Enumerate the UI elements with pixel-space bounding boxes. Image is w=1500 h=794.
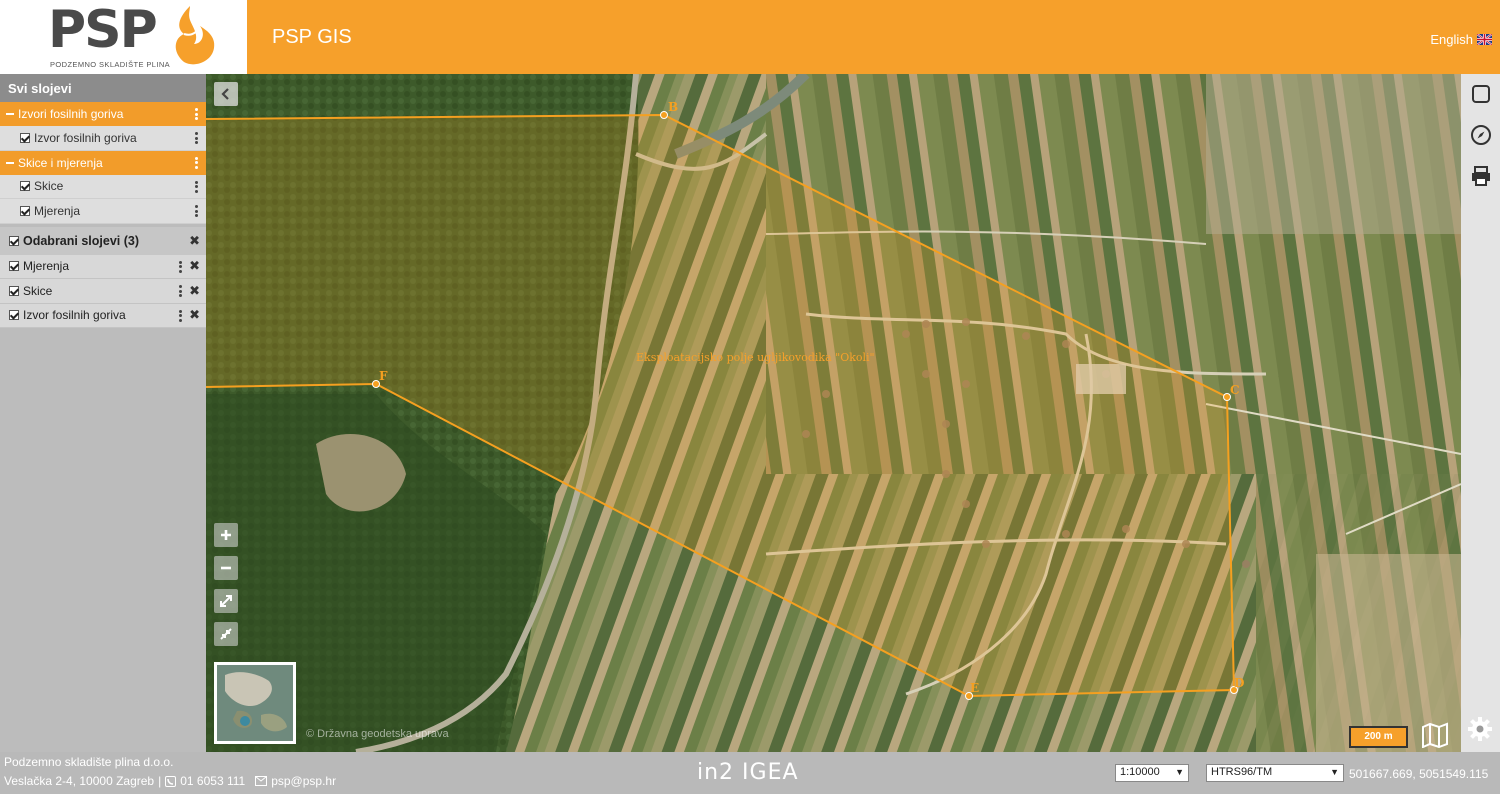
layer-group-fossil[interactable]: Izvori fosilnih goriva	[0, 102, 206, 126]
app-header: PSP PODZEMNO SKLADIŠTE PLINA PSP GIS Eng…	[0, 0, 1500, 74]
vendor-logo-text: in2 IGEA	[697, 760, 799, 785]
collapse-icon[interactable]	[6, 161, 14, 164]
selected-layer-fossil-source[interactable]: Izvor fosilnih goriva ✖	[0, 303, 206, 328]
vertex-label-e: E	[970, 681, 979, 695]
zoom-in-button[interactable]	[214, 523, 238, 547]
layer-checkbox[interactable]	[20, 181, 30, 192]
vertex-label-f: F	[379, 369, 388, 383]
address-text: Veslačka 2-4, 10000 Zagreb	[4, 774, 155, 788]
layer-label: Izvor fosilnih goriva	[23, 308, 126, 323]
layer-label: Izvor fosilnih goriva	[34, 130, 137, 145]
gear-icon[interactable]	[1467, 716, 1493, 742]
layer-group-label: Skice i mjerenja	[18, 155, 103, 170]
compress-icon	[220, 628, 232, 640]
scale-select[interactable]: 1:10000 ▼	[1115, 764, 1189, 782]
expand-icon	[220, 595, 232, 607]
layer-panel-title: Svi slojevi	[0, 74, 206, 102]
layer-label: Mjerenja	[34, 203, 81, 218]
collapse-icon[interactable]	[6, 113, 14, 115]
layer-checkbox[interactable]	[9, 310, 19, 321]
map-attribution: © Državna geodetska uprava	[306, 728, 449, 740]
kebab-menu-icon[interactable]	[179, 260, 182, 273]
language-switch[interactable]: English	[1430, 32, 1492, 47]
app-title: PSP GIS	[272, 26, 352, 48]
vertex-label-d: D	[1234, 676, 1244, 690]
kebab-menu-icon[interactable]	[195, 156, 198, 169]
flame-icon	[175, 6, 215, 65]
uk-flag-icon	[1477, 34, 1492, 45]
polygon-label: Eksploatacijsko polje ugljikovodika "Oko…	[636, 351, 875, 364]
crs-value: HTRS96/TM	[1211, 766, 1273, 778]
square-select-icon[interactable]	[1469, 82, 1493, 106]
kebab-menu-icon[interactable]	[179, 285, 182, 297]
chevron-left-icon	[221, 88, 229, 100]
compass-icon[interactable]	[1469, 123, 1493, 147]
layer-item-fossil-source[interactable]: Izvor fosilnih goriva	[0, 126, 206, 151]
minus-icon	[221, 566, 231, 570]
kebab-menu-icon[interactable]	[195, 205, 198, 217]
zoom-extent-button[interactable]	[214, 622, 238, 646]
layer-label: Skice	[34, 179, 64, 194]
vertex-label-c: C	[1230, 383, 1240, 397]
vertex-label-b: B	[668, 100, 678, 114]
email-link[interactable]: psp@psp.hr	[271, 774, 336, 788]
layer-panel: Svi slojevi Izvori fosilnih goriva Izvor…	[0, 74, 206, 752]
layer-group-label: Izvori fosilnih goriva	[18, 107, 124, 121]
layer-checkbox[interactable]	[20, 132, 30, 143]
phone-icon	[165, 775, 177, 787]
layer-group-sketches[interactable]: Skice i mjerenja	[0, 150, 206, 175]
kebab-menu-icon[interactable]	[195, 180, 198, 193]
scale-bar: 200 m	[1349, 726, 1408, 748]
logo[interactable]: PSP PODZEMNO SKLADIŠTE PLINA	[0, 0, 247, 74]
plus-icon	[221, 530, 231, 540]
remove-layer-icon[interactable]: ✖	[189, 258, 200, 274]
vendor-logo: in2 IGEA	[697, 760, 799, 785]
phone-text[interactable]: 01 6053 111	[180, 774, 245, 788]
print-icon[interactable]	[1469, 164, 1493, 188]
close-icon[interactable]: ✖	[189, 233, 200, 249]
layer-checkbox[interactable]	[9, 261, 19, 272]
kebab-menu-icon[interactable]	[179, 309, 182, 322]
layer-item-sketches[interactable]: Skice	[0, 174, 206, 199]
logo-subtitle: PODZEMNO SKLADIŠTE PLINA	[50, 60, 171, 69]
coordinate-readout: 501667.669, 5051549.115	[1349, 767, 1489, 781]
footer: Podzemno skladište plina d.o.o. Veslačka…	[0, 752, 1500, 794]
kebab-menu-icon[interactable]	[195, 108, 198, 120]
aerial-imagery: B C D E F Eksploatacijsko polje ugljikov…	[206, 74, 1461, 752]
layer-item-measurements[interactable]: Mjerenja	[0, 199, 206, 224]
zoom-out-button[interactable]	[214, 556, 238, 580]
logo-text: PSP	[48, 0, 158, 60]
remove-layer-icon[interactable]: ✖	[189, 307, 200, 323]
scale-value: 1:10000	[1120, 766, 1160, 778]
collapse-panel-button[interactable]	[214, 82, 238, 106]
envelope-icon	[255, 776, 268, 786]
selected-layer-sketches[interactable]: Skice ✖	[0, 279, 206, 304]
fullscreen-button[interactable]	[214, 589, 238, 613]
layer-label: Mjerenja	[23, 259, 70, 274]
company-name: Podzemno skladište plina d.o.o.	[4, 755, 174, 769]
selected-layers-header[interactable]: Odabrani slojevi (3) ✖	[0, 226, 206, 255]
map-icon[interactable]	[1421, 722, 1449, 748]
selected-layers-checkbox[interactable]	[9, 235, 19, 246]
selected-layer-measurements[interactable]: Mjerenja ✖	[0, 254, 206, 279]
chevron-down-icon: ▼	[1330, 767, 1339, 777]
overview-map[interactable]	[214, 662, 296, 744]
map-canvas[interactable]: B C D E F Eksploatacijsko polje ugljikov…	[206, 74, 1461, 752]
remove-layer-icon[interactable]: ✖	[189, 283, 200, 299]
layer-checkbox[interactable]	[9, 285, 19, 296]
overview-map-image	[217, 665, 293, 741]
language-label: English	[1430, 32, 1473, 47]
selected-layers-title: Odabrani slojevi (3)	[23, 233, 140, 248]
layer-checkbox[interactable]	[20, 205, 30, 216]
crs-select[interactable]: HTRS96/TM ▼	[1206, 764, 1344, 782]
contact-info: Veslačka 2-4, 10000 Zagreb | 01 6053 111…	[4, 774, 337, 788]
right-toolbar	[1461, 74, 1500, 752]
chevron-down-icon: ▼	[1175, 767, 1184, 777]
kebab-menu-icon[interactable]	[195, 132, 198, 144]
layer-label: Skice	[23, 283, 53, 298]
